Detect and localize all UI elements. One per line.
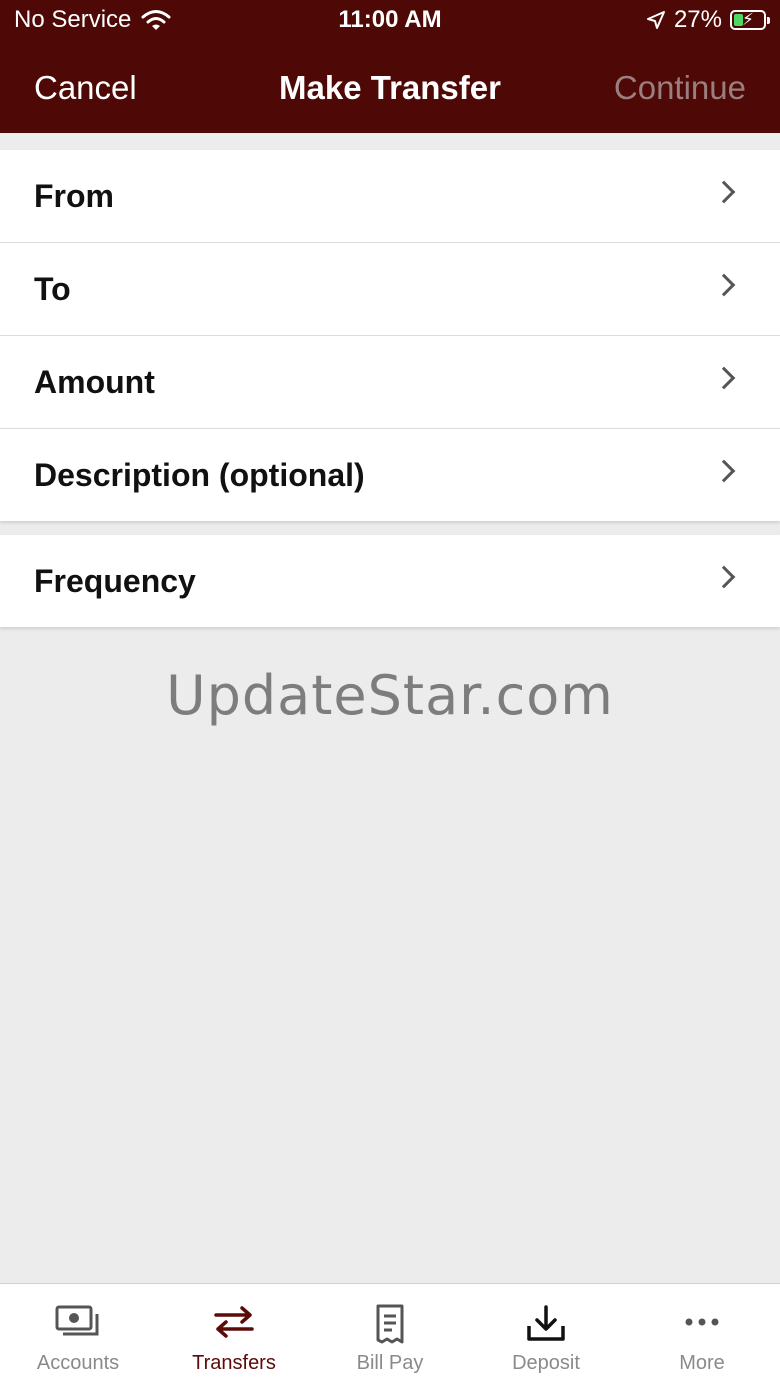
tab-label: Transfers [192,1352,276,1374]
accounts-icon [55,1305,99,1336]
tab-label: Accounts [36,1352,120,1374]
chevron-right-icon [712,459,736,483]
tab-deposit[interactable]: Deposit [468,1284,624,1388]
chevron-right-icon [712,565,736,589]
continue-button[interactable]: Continue [614,69,746,107]
location-arrow-icon [646,11,665,29]
tab-transfers[interactable]: Transfers [156,1284,312,1388]
transfer-details-group: From To Amount Description (optional) [0,150,780,521]
more-icon [685,1318,719,1326]
amount-label: Amount [34,364,155,400]
transfers-icon [214,1306,254,1338]
to-row[interactable]: To [0,243,780,336]
tab-label: Deposit [512,1352,580,1374]
chevron-right-icon [712,366,736,390]
watermark-text: UpdateStar.com [166,664,614,727]
deposit-icon [527,1305,565,1341]
bill-pay-icon [376,1304,404,1344]
description-label: Description (optional) [34,457,365,493]
battery-icon: ⚡ [730,10,770,30]
battery-percent: 27% [673,6,722,33]
amount-row[interactable]: Amount [0,336,780,429]
frequency-row[interactable]: Frequency [0,535,780,627]
tab-bill-pay[interactable]: Bill Pay [312,1284,468,1388]
description-row[interactable]: Description (optional) [0,429,780,521]
chevron-right-icon [712,273,736,297]
from-label: From [34,178,114,214]
frequency-label: Frequency [34,563,196,599]
tab-bar: Accounts Transfers Bill Pay Deposit More [0,1283,780,1388]
header-bar: No Service 11:00 AM 27% ⚡ Cancel Make Tr… [0,0,780,133]
tab-label: More [679,1352,725,1374]
status-right: 27% ⚡ [646,6,770,34]
chevron-right-icon [712,180,736,204]
tab-more[interactable]: More [624,1284,780,1388]
charging-bolt-icon: ⚡ [742,10,754,29]
tab-label: Bill Pay [356,1352,424,1374]
tab-accounts[interactable]: Accounts [0,1284,156,1388]
frequency-group: Frequency [0,535,780,627]
to-label: To [34,271,71,307]
from-row[interactable]: From [0,150,780,243]
